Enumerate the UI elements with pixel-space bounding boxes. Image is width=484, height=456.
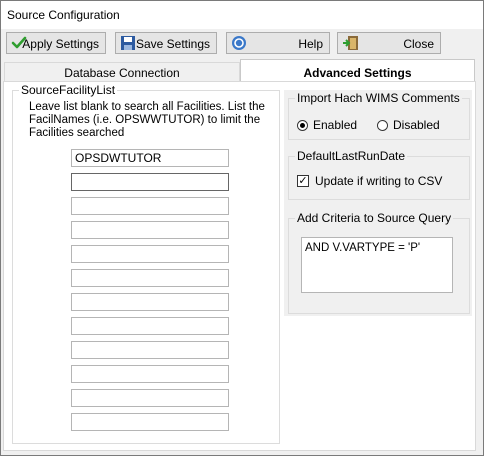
save-settings-button[interactable]: Save Settings	[115, 32, 217, 54]
facility-input-12[interactable]	[71, 413, 229, 431]
facility-input-9[interactable]	[71, 341, 229, 359]
criteria-textarea[interactable]: AND V.VARTYPE = 'P'	[301, 237, 453, 293]
save-settings-label: Save Settings	[135, 37, 210, 51]
window-title: Source Configuration	[7, 8, 120, 22]
default-last-run-date-legend: DefaultLastRunDate	[295, 149, 408, 163]
enabled-radio[interactable]	[297, 120, 308, 131]
right-settings-area: Import Hach WIMS Comments Enabled Disabl…	[284, 90, 472, 316]
update-csv-label: Update if writing to CSV	[315, 174, 443, 188]
disabled-label: Disabled	[393, 118, 440, 132]
enabled-label: Enabled	[313, 118, 358, 132]
tab-database-connection[interactable]: Database Connection	[4, 62, 240, 82]
facility-input-8[interactable]	[71, 317, 229, 335]
facility-hint-text: Leave list blank to search all Facilitie…	[29, 101, 265, 139]
facility-input-7[interactable]	[71, 293, 229, 311]
tab-advanced-settings-label: Advanced Settings	[303, 66, 412, 80]
source-facility-list-legend: SourceFacilityList	[19, 83, 118, 97]
update-csv-checkbox[interactable]: ✓	[297, 175, 309, 187]
facility-input-11[interactable]	[71, 389, 229, 407]
help-label: Help	[298, 37, 323, 51]
facility-input-1[interactable]	[71, 149, 229, 167]
source-facility-list-group: SourceFacilityList Leave list blank to s…	[12, 83, 280, 444]
apply-settings-label: Apply Settings	[22, 37, 99, 51]
default-last-run-date-group: DefaultLastRunDate ✓ Update if writing t…	[288, 149, 470, 200]
disabled-radio[interactable]	[377, 120, 388, 131]
help-button[interactable]: Help	[226, 32, 330, 54]
help-icon	[231, 35, 247, 51]
facility-input-5[interactable]	[71, 245, 229, 263]
source-configuration-window: Source Configuration Apply Settings Save…	[0, 0, 484, 456]
close-label: Close	[403, 37, 434, 51]
apply-settings-button[interactable]: Apply Settings	[6, 32, 106, 54]
source-query-criteria-legend: Add Criteria to Source Query	[295, 211, 454, 225]
floppy-disk-icon	[120, 35, 136, 51]
exit-door-icon	[342, 35, 358, 51]
import-comments-group: Import Hach WIMS Comments Enabled Disabl…	[288, 91, 470, 140]
source-query-criteria-group: Add Criteria to Source Query AND V.VARTY…	[288, 211, 470, 314]
advanced-settings-panel: SourceFacilityList Leave list blank to s…	[3, 81, 476, 451]
facility-input-2[interactable]	[71, 173, 229, 191]
facility-input-3[interactable]	[71, 197, 229, 215]
tab-advanced-settings[interactable]: Advanced Settings	[240, 59, 475, 83]
facility-input-6[interactable]	[71, 269, 229, 287]
close-button[interactable]: Close	[337, 32, 441, 54]
facility-input-4[interactable]	[71, 221, 229, 239]
tab-database-connection-label: Database Connection	[64, 66, 180, 80]
facility-input-10[interactable]	[71, 365, 229, 383]
import-comments-legend: Import Hach WIMS Comments	[295, 91, 462, 105]
title-bar: Source Configuration	[1, 1, 483, 29]
